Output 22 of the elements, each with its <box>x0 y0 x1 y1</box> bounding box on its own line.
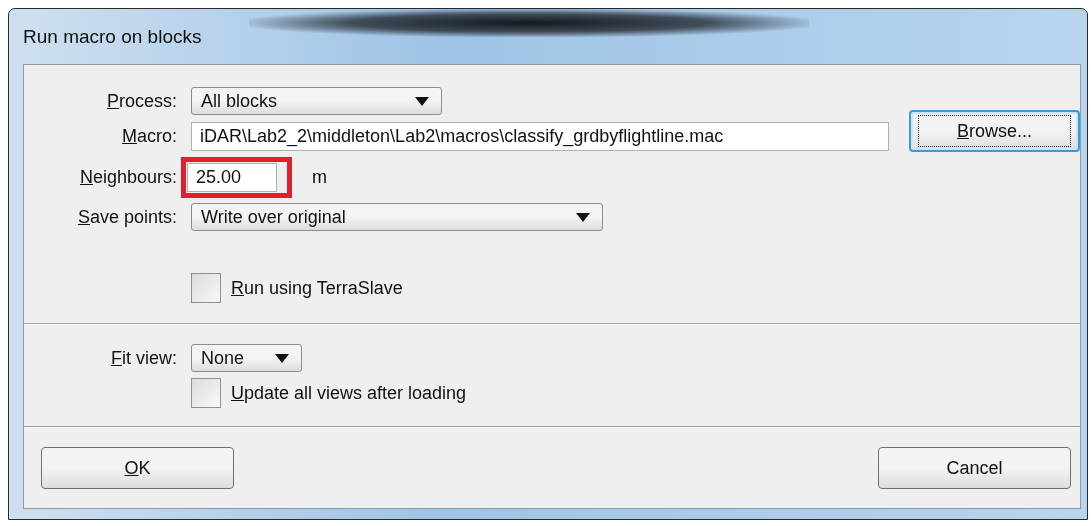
cancel-button[interactable]: Cancel <box>878 447 1071 489</box>
field-label: Neighbours: <box>78 167 177 188</box>
number-field[interactable]: 25.00 <box>187 163 277 192</box>
path-field[interactable]: iDAR\Lab2_2\middleton\Lab2\macros\classify_grdbyflightline.mac <box>191 121 889 151</box>
checkbox[interactable] <box>191 273 221 303</box>
window-title: Run macro on blocks <box>23 25 202 48</box>
unit-label: m <box>312 167 327 188</box>
caret-icon <box>415 96 429 106</box>
field-label: Macro: <box>120 125 177 147</box>
dropdown[interactable]: Write over original <box>191 203 603 231</box>
field-label: Save points: <box>76 206 177 228</box>
field-label: Process: <box>105 90 177 112</box>
checkbox[interactable] <box>191 378 221 408</box>
checkbox-label[interactable]: Update all views after loading <box>231 382 467 404</box>
caret-icon <box>576 212 590 222</box>
dropdown[interactable]: All blocks <box>191 87 442 115</box>
checkbox-label[interactable]: Run using TerraSlave <box>231 277 403 299</box>
browse-button[interactable]: Browse... <box>909 110 1080 152</box>
ok-button[interactable]: OK <box>41 447 234 489</box>
caret-icon <box>275 353 289 363</box>
field-label: Fit view: <box>110 347 177 369</box>
dropdown[interactable]: None <box>191 344 302 372</box>
